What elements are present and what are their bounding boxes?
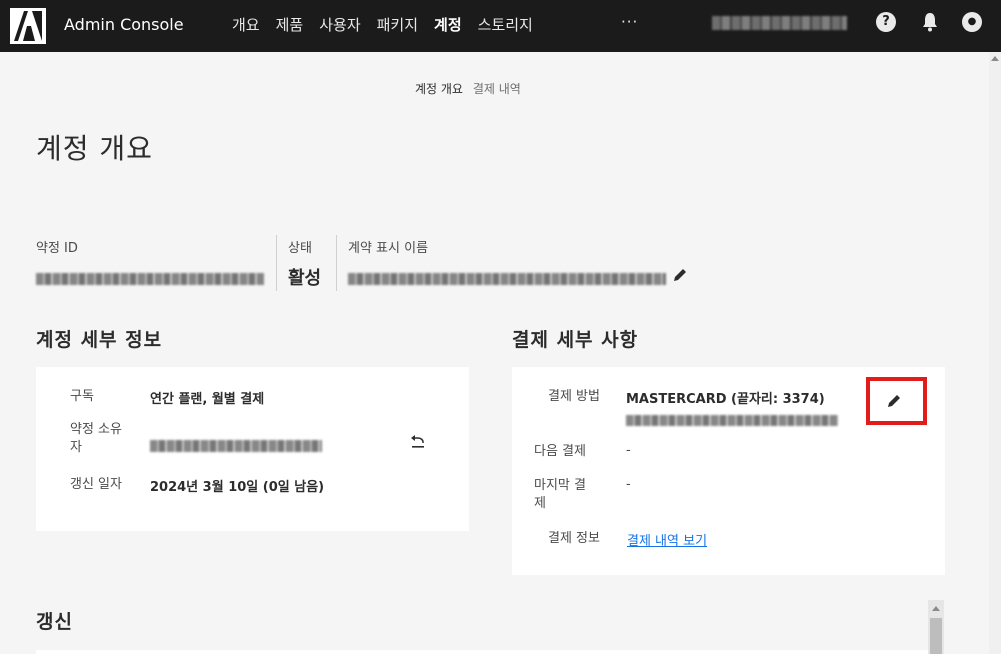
renewal-date-label: 갱신 일자 (70, 477, 122, 492)
renewal-card (36, 650, 928, 654)
next-payment-label: 다음 결제 (534, 444, 586, 459)
breadcrumb-current: 계정 개요 (415, 82, 463, 96)
subscription-label: 구독 (70, 389, 94, 404)
user-avatar-icon[interactable]: ● (962, 12, 982, 32)
nav-overview[interactable]: 개요 (232, 14, 260, 35)
status-value: 활성 (288, 268, 322, 289)
nav-more-button[interactable]: ··· (621, 13, 638, 31)
nav-products[interactable]: 제품 (276, 14, 304, 35)
account-details-card: 구독 연간 플랜, 월별 결제 약정 소유자 갱신 일자 2024년 3월 10… (36, 367, 469, 531)
scroll-thumb[interactable] (930, 618, 942, 654)
divider (276, 235, 277, 291)
subscription-value: 연간 플랜, 월별 결제 (150, 392, 265, 407)
renewal-scrollbar[interactable] (928, 600, 944, 654)
edit-display-name-pencil-icon[interactable] (672, 267, 688, 283)
payment-details-title: 결제 세부 사항 (512, 329, 639, 351)
nav-users[interactable]: 사용자 (319, 14, 360, 35)
scroll-up-arrow-icon[interactable] (932, 606, 940, 611)
nav-storage[interactable]: 스토리지 (478, 14, 533, 35)
last-payment-label: 마지막 결제 (534, 478, 586, 511)
account-details-title: 계정 세부 정보 (36, 329, 163, 351)
app-title[interactable]: Admin Console (64, 15, 184, 34)
main-nav: 개요 제품 사용자 패키지 계정 스토리지 (232, 14, 549, 35)
owner-value (150, 437, 322, 456)
renewal-date-value: 2024년 3월 10일 (0일 남음) (150, 480, 325, 495)
divider (336, 235, 337, 291)
owner-label: 약정 소유자 (70, 422, 122, 455)
contract-id-label: 약정 ID (36, 241, 78, 256)
bell-icon[interactable] (920, 11, 940, 33)
view-billing-history-link[interactable]: 결제 내역 보기 (627, 530, 707, 549)
change-owner-icon[interactable] (410, 435, 426, 449)
breadcrumb-billing-history-link[interactable]: 결제 내역 (473, 82, 521, 96)
breadcrumb: 계정 개요 결제 내역 (415, 80, 521, 97)
top-bar: Admin Console 개요 제품 사용자 패키지 계정 스토리지 ··· … (0, 0, 1001, 52)
billing-address (626, 411, 838, 430)
display-name-value (348, 270, 666, 289)
nav-packages[interactable]: 패키지 (377, 14, 418, 35)
contract-id-value (36, 270, 264, 289)
payment-method-label: 결제 방법 (548, 389, 600, 404)
next-payment-value: - (626, 443, 631, 458)
org-switcher[interactable] (712, 16, 847, 30)
help-icon[interactable]: ? (876, 12, 896, 32)
payment-info-label: 결제 정보 (548, 531, 600, 546)
status-label: 상태 (288, 241, 312, 256)
page-title: 계정 개요 (36, 132, 153, 165)
display-name-label: 계약 표시 이름 (348, 241, 429, 256)
nav-account[interactable]: 계정 (434, 14, 462, 35)
renewal-section-title: 갱신 (36, 611, 73, 633)
payment-method-value: MASTERCARD (끝자리: 3374) (626, 392, 825, 407)
scroll-up-arrow-icon[interactable] (991, 56, 999, 61)
adobe-logo-icon[interactable] (10, 8, 46, 44)
highlight-annotation-box (866, 377, 927, 425)
last-payment-value: - (626, 477, 631, 492)
page-scrollbar[interactable] (989, 52, 1001, 654)
